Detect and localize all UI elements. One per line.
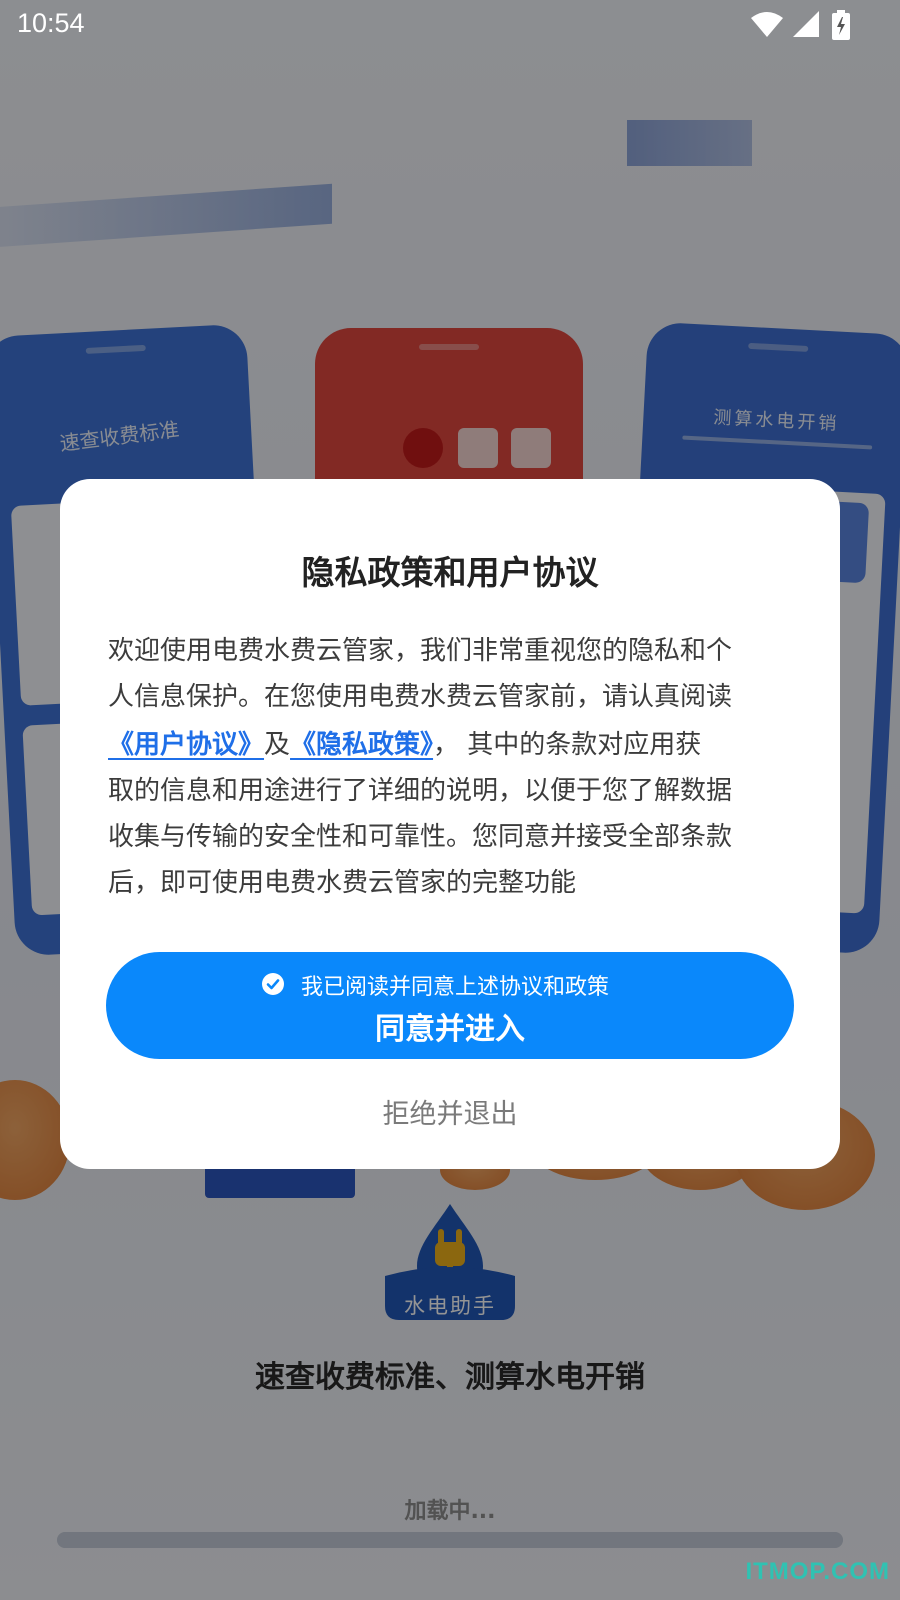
privacy-policy-link[interactable]: 《隐私政策》 bbox=[290, 730, 433, 760]
body-line: 后，即可使用电费水费云管家的完整功能 bbox=[108, 868, 577, 898]
dialog-body: 欢迎使用电费水费云管家，我们非常重视您的隐私和个 人信息保护。在您使用电费水费云… bbox=[108, 628, 798, 906]
reject-and-exit-button[interactable]: 拒绝并退出 bbox=[340, 1092, 560, 1136]
agree-checkbox-label: 我已阅读并同意上述协议和政策 bbox=[301, 975, 610, 1000]
battery-charging-icon bbox=[832, 10, 850, 40]
cell-signal-icon bbox=[793, 11, 819, 37]
agree-button-label: 同意并进入 bbox=[375, 1012, 525, 1047]
and-text: 及 bbox=[264, 730, 291, 760]
watermark: ITMOP.COM bbox=[745, 1558, 890, 1585]
body-text: ， 其中的条款对应用获 bbox=[433, 730, 702, 760]
status-time: 10:54 bbox=[17, 8, 85, 38]
body-line-links: 《用户协议》及《隐私政策》， 其中的条款对应用获 bbox=[108, 720, 798, 768]
agree-checkbox[interactable] bbox=[262, 973, 284, 995]
body-line: 人信息保护。在您使用电费水费云管家前，请认真阅读 bbox=[108, 682, 733, 712]
dialog-title: 隐私政策和用户协议 bbox=[301, 553, 599, 592]
check-icon bbox=[266, 979, 280, 990]
wifi-icon bbox=[751, 12, 783, 37]
body-line: 取的信息和用途进行了详细的说明，以便于您了解数据 bbox=[108, 776, 733, 806]
body-line: 欢迎使用电费水费云管家，我们非常重视您的隐私和个 bbox=[108, 636, 733, 666]
agree-and-enter-button[interactable]: 我已阅读并同意上述协议和政策 同意并进入 bbox=[106, 952, 794, 1059]
user-agreement-link[interactable]: 《用户协议》 bbox=[108, 730, 264, 760]
body-line: 收集与传输的安全性和可靠性。您同意并接受全部条款 bbox=[108, 822, 733, 852]
status-bar: 10:54 bbox=[0, 0, 900, 50]
